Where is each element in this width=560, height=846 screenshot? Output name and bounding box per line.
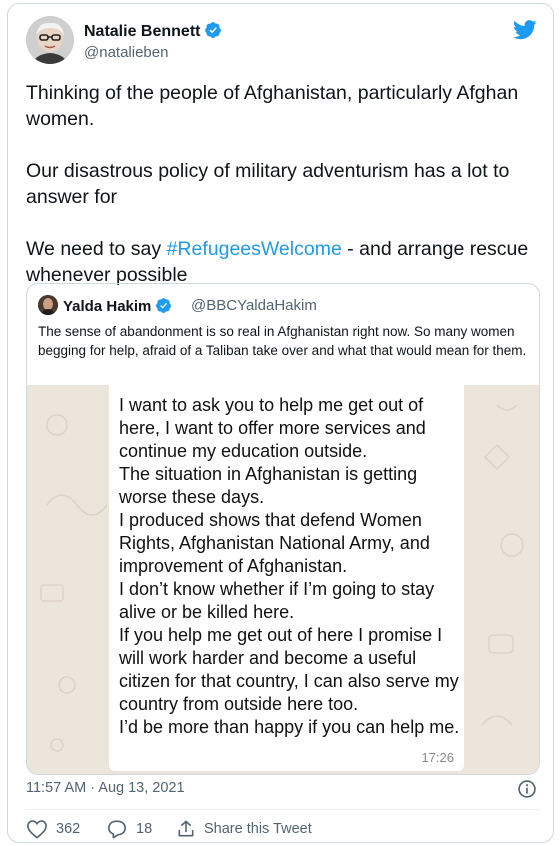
info-icon[interactable] <box>517 779 537 799</box>
tweet-card: Natalie Bennett @natalieben Thinking of … <box>7 3 554 843</box>
author-name-text: Natalie Bennett <box>84 23 201 40</box>
chat-message-line: I don’t know whether if I’m going to sta… <box>119 579 435 622</box>
author-name[interactable]: Natalie Bennett <box>84 21 222 41</box>
chat-message-bubble: I want to ask you to help me get out of … <box>109 385 464 771</box>
author-handle[interactable]: @natalieben <box>84 44 168 61</box>
verified-badge-icon <box>156 298 172 313</box>
quoted-tweet-image[interactable]: I want to ask you to help me get out of … <box>27 385 539 774</box>
share-label: Share this Tweet <box>204 821 312 837</box>
chat-message-line: I’d be more than happy if you can help m… <box>119 717 460 737</box>
tweet-paragraph-text: We need to say <box>26 238 167 260</box>
chat-message-line: I want to ask you to help me get out of … <box>119 395 426 461</box>
quoted-author-avatar <box>38 295 58 315</box>
tweet-paragraph-text: Our disastrous policy of military advent… <box>26 160 510 208</box>
tweet-paragraph: Our disastrous policy of military advent… <box>26 158 546 210</box>
quoted-tweet[interactable]: Yalda Hakim @BBCYaldaHakim The sense of … <box>26 283 540 775</box>
tweet-paragraph: We need to say #RefugeesWelcome - and ar… <box>26 236 546 288</box>
quoted-author-avatar-image <box>38 295 58 315</box>
twitter-bird-icon[interactable] <box>513 20 537 40</box>
reply-count: 18 <box>136 821 153 837</box>
chat-message-line: If you help me get out of here I promise… <box>119 625 459 714</box>
quoted-tweet-text: The sense of abandonment is so real in A… <box>38 324 527 358</box>
like-count: 362 <box>56 821 81 837</box>
share-icon <box>178 820 194 837</box>
chat-message-line: The situation in Afghanistan is getting … <box>119 464 418 507</box>
quoted-author-handle: @BBCYaldaHakim <box>191 297 317 314</box>
tweet-paragraph: Thinking of the people of Afghanistan, p… <box>26 80 546 132</box>
author-avatar[interactable] <box>26 16 74 64</box>
quoted-author-name: Yalda Hakim <box>63 297 172 315</box>
tweet-text: Thinking of the people of Afghanistan, p… <box>26 80 546 314</box>
like-button[interactable]: 362 <box>26 819 80 839</box>
verified-badge-icon <box>205 22 222 38</box>
reply-button[interactable]: 18 <box>106 819 152 839</box>
hashtag-link[interactable]: #RefugeesWelcome <box>167 238 342 260</box>
chat-message-text: I want to ask you to help me get out of … <box>119 394 464 739</box>
chat-message-time: 17:26 <box>421 750 454 765</box>
chat-message-line: I produced shows that defend Women Right… <box>119 510 430 576</box>
tweet-timestamp[interactable]: 11:57 AM · Aug 13, 2021 <box>26 780 185 796</box>
heart-icon <box>27 820 47 839</box>
reply-bubble-icon <box>108 820 126 839</box>
share-button[interactable]: Share this Tweet <box>176 819 312 839</box>
tweet-paragraph-text: Thinking of the people of Afghanistan, p… <box>26 82 519 130</box>
divider <box>26 809 540 810</box>
quoted-author-name-text: Yalda Hakim <box>63 298 152 315</box>
author-avatar-image <box>26 16 74 64</box>
